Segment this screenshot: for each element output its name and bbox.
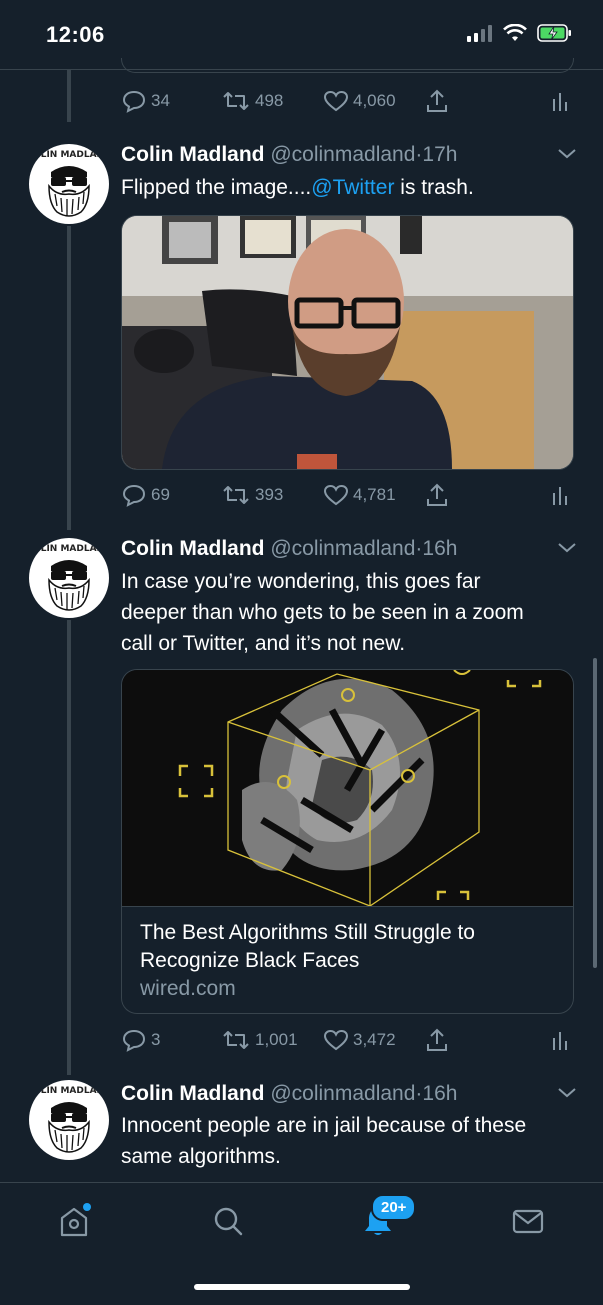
reply-button[interactable]: 34	[121, 89, 170, 113]
tweet-age: 17h	[422, 143, 458, 166]
battery-icon	[537, 24, 571, 42]
author-name[interactable]: Colin Madland	[121, 143, 265, 166]
author-name[interactable]: Colin Madland	[121, 537, 265, 560]
status-time: 12:06	[46, 22, 105, 47]
card-image	[122, 670, 573, 906]
retweet-icon	[223, 486, 249, 504]
home-icon	[60, 1203, 91, 1237]
analytics-icon	[553, 93, 567, 111]
retweet-button[interactable]: 1,001	[221, 1028, 298, 1052]
tweet-header: Colin Madland @colinmadland·16h	[121, 536, 457, 562]
reply-count: 3	[151, 1030, 161, 1049]
scrollbar[interactable]	[593, 658, 597, 968]
like-icon	[323, 484, 349, 506]
share-button[interactable]	[425, 88, 449, 114]
analytics-button[interactable]	[551, 483, 569, 507]
card-domain: wired.com	[140, 977, 236, 1000]
tweet-photo[interactable]	[121, 215, 574, 470]
avatar-drawing: COLIN MADLAND	[29, 1086, 109, 1153]
like-button[interactable]: 4,060	[323, 89, 396, 113]
reply-button[interactable]: 3	[121, 1028, 160, 1052]
analytics-button[interactable]	[551, 1028, 569, 1052]
thread-line-2	[67, 620, 71, 1075]
like-icon	[323, 1029, 349, 1051]
share-icon	[427, 483, 447, 506]
share-icon	[427, 89, 447, 112]
avatar-drawing: COLIN MADLAND	[29, 544, 109, 611]
previous-card-edge	[121, 58, 574, 73]
search-icon	[214, 1207, 243, 1236]
tweet-text-part: Flipped the image....	[121, 176, 312, 199]
analytics-icon	[553, 1032, 567, 1050]
tweet-actions: 69 393 4,781	[121, 482, 571, 508]
reply-count: 69	[151, 485, 170, 504]
home-indicator[interactable]	[194, 1284, 410, 1290]
avatar[interactable]: COLIN MADLAND	[29, 144, 109, 224]
tweet-header: Colin Madland @colinmadland·17h	[121, 142, 457, 168]
retweet-count: 498	[255, 91, 284, 110]
like-count: 4,781	[353, 485, 396, 504]
thread-line-top	[67, 70, 71, 122]
link-card[interactable]: The Best Algorithms Still Struggle to Re…	[121, 669, 574, 1014]
card-title[interactable]: The Best Algorithms Still Struggle to Re…	[140, 919, 555, 975]
chevron-down-icon[interactable]	[556, 541, 578, 555]
signal-icon	[467, 25, 492, 42]
tab-search[interactable]	[210, 1203, 246, 1239]
tweet-text: Flipped the image....@Twitter is trash.	[121, 172, 571, 203]
author-handle[interactable]: @colinmadland	[270, 1082, 415, 1105]
avatar-drawing: COLIN MADLAND	[29, 150, 109, 217]
tweet-text-part: is trash.	[394, 176, 474, 199]
retweet-count: 1,001	[255, 1030, 298, 1049]
tab-home[interactable]	[56, 1203, 92, 1239]
analytics-button[interactable]	[551, 89, 569, 113]
reply-icon	[122, 90, 146, 113]
mention-link[interactable]: @Twitter	[311, 176, 394, 199]
author-name[interactable]: Colin Madland	[121, 1082, 265, 1105]
like-icon	[323, 90, 349, 112]
tab-messages[interactable]	[510, 1203, 546, 1239]
card-divider	[122, 906, 573, 907]
prev-tweet-actions: 34 498 4,060	[121, 88, 571, 114]
tweet-text: In case you’re wondering, this goes far …	[121, 570, 524, 655]
author-handle[interactable]: @colinmadland	[270, 143, 415, 166]
share-icon	[427, 1028, 447, 1051]
retweet-count: 393	[255, 485, 284, 504]
tweet-header: Colin Madland @colinmadland·16h	[121, 1081, 457, 1107]
like-count: 4,060	[353, 91, 396, 110]
notifications-badge: 20+	[371, 1194, 417, 1221]
reply-icon	[122, 1029, 146, 1052]
share-button[interactable]	[425, 482, 449, 508]
tweet-text: Innocent people are in jail because of t…	[121, 1114, 527, 1168]
avatar-lettering: COLIN MADLAND	[29, 150, 109, 160]
chevron-down-icon[interactable]	[556, 1086, 578, 1100]
avatar-lettering: COLIN MADLAND	[29, 1086, 109, 1096]
tweet-actions: 3 1,001 3,472	[121, 1027, 571, 1053]
tweet-age: 16h	[422, 1082, 458, 1105]
retweet-icon	[223, 1031, 249, 1049]
mail-icon	[512, 1209, 544, 1234]
thread-line-1	[67, 226, 71, 530]
like-count: 3,472	[353, 1030, 396, 1049]
status-icons	[467, 24, 573, 42]
reply-icon	[122, 484, 146, 507]
avatar[interactable]: COLIN MADLAND	[29, 1080, 109, 1160]
avatar[interactable]: COLIN MADLAND	[29, 538, 109, 618]
author-handle[interactable]: @colinmadland	[270, 537, 415, 560]
like-button[interactable]: 4,781	[323, 483, 396, 507]
reply-button[interactable]: 69	[121, 483, 170, 507]
retweet-button[interactable]: 498	[221, 89, 283, 113]
retweet-icon	[223, 92, 249, 110]
reply-count: 34	[151, 91, 170, 110]
avatar-lettering: COLIN MADLAND	[29, 544, 109, 554]
like-button[interactable]: 3,472	[323, 1028, 396, 1052]
analytics-icon	[553, 487, 567, 505]
retweet-button[interactable]: 393	[221, 483, 283, 507]
tweet-age: 16h	[422, 537, 458, 560]
wifi-icon	[503, 24, 527, 41]
chevron-down-icon[interactable]	[556, 147, 578, 161]
share-button[interactable]	[425, 1027, 449, 1053]
photo-man-webcam	[122, 216, 573, 469]
